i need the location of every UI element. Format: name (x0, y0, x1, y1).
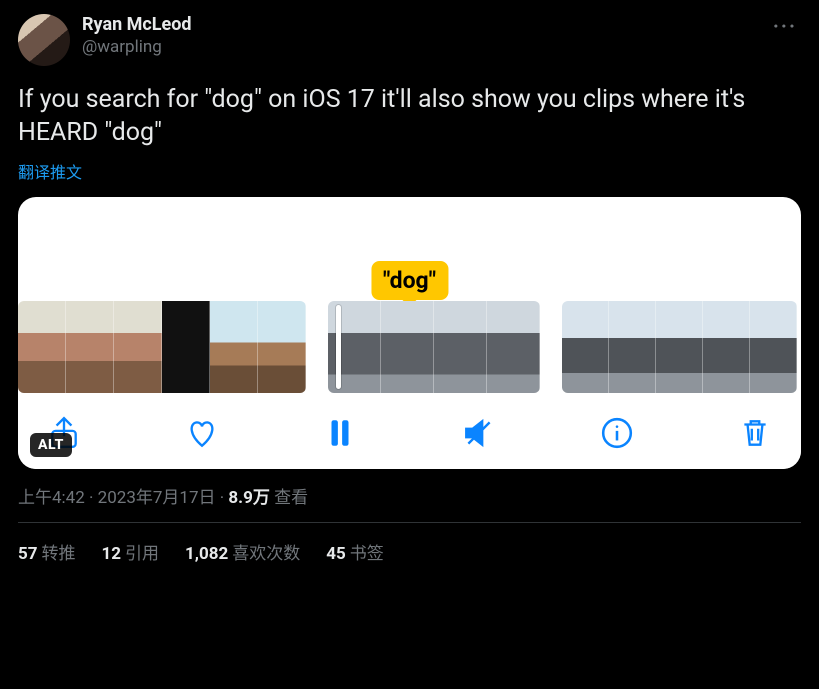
clip-frame (258, 301, 306, 393)
timeline-clip[interactable] (328, 301, 540, 393)
retweets-stat[interactable]: 57转推 (18, 539, 76, 564)
views-count: 8.9万 (228, 488, 269, 508)
clip-frame (381, 301, 434, 393)
meta-dot: · (216, 488, 229, 508)
author-names[interactable]: Ryan McLeod @warpling (82, 14, 192, 58)
tweet-stats: 57转推 12引用 1,082喜欢次数 45书签 (18, 523, 801, 580)
quotes-stat[interactable]: 12引用 (102, 539, 160, 564)
clip-frame (703, 301, 750, 393)
trash-icon[interactable] (737, 415, 773, 451)
clip-frame (210, 301, 258, 393)
clip-frame (66, 301, 114, 393)
handle: @warpling (82, 37, 192, 58)
likes-stat[interactable]: 1,082喜欢次数 (185, 539, 300, 564)
clip-frame (750, 301, 797, 393)
clip-frame (162, 301, 210, 393)
views-label: 查看 (270, 488, 308, 508)
media-attachment[interactable]: "dog" (18, 197, 801, 469)
bookmarks-label: 书签 (350, 544, 384, 564)
video-timeline-strip[interactable] (18, 301, 801, 399)
likes-count: 1,082 (185, 544, 228, 564)
clip-frame (114, 301, 162, 393)
tweet-container: Ryan McLeod @warpling ··· If you search … (0, 0, 819, 689)
alt-badge[interactable]: ALT (30, 433, 72, 457)
search-term-tooltip: "dog" (371, 261, 448, 300)
clip-frame (434, 301, 487, 393)
timeline-clip[interactable] (18, 301, 306, 393)
tweet-time[interactable]: 上午4:42 (18, 488, 85, 508)
info-icon[interactable] (599, 415, 635, 451)
avatar[interactable] (18, 14, 70, 66)
tweet-text: If you search for "dog" on iOS 17 it'll … (18, 84, 801, 149)
tweet-meta: 上午4:42 · 2023年7月17日 · 8.9万 查看 (18, 483, 801, 522)
playhead[interactable] (336, 305, 341, 389)
meta-dot: · (85, 488, 98, 508)
bookmarks-count: 45 (326, 544, 346, 564)
timeline-clip[interactable] (562, 301, 797, 393)
pause-icon[interactable] (322, 415, 358, 451)
clip-frame (656, 301, 703, 393)
translate-link[interactable]: 翻译推文 (18, 159, 82, 183)
clip-frame (562, 301, 609, 393)
bookmarks-stat[interactable]: 45书签 (326, 539, 384, 564)
clip-frame (18, 301, 66, 393)
more-button[interactable]: ··· (769, 14, 801, 38)
heart-icon[interactable] (184, 415, 220, 451)
display-name: Ryan McLeod (82, 14, 192, 37)
retweets-label: 转推 (42, 544, 76, 564)
quotes-label: 引用 (125, 544, 159, 564)
tweet-date[interactable]: 2023年7月17日 (98, 488, 216, 508)
clip-frame (487, 301, 540, 393)
likes-label: 喜欢次数 (232, 544, 300, 564)
media-topspace: "dog" (18, 197, 801, 301)
quotes-count: 12 (102, 544, 122, 564)
ios-toolbar (18, 399, 801, 469)
mute-icon[interactable] (461, 415, 497, 451)
retweets-count: 57 (18, 544, 38, 564)
tweet-header: Ryan McLeod @warpling ··· (18, 14, 801, 66)
clip-frame (609, 301, 656, 393)
